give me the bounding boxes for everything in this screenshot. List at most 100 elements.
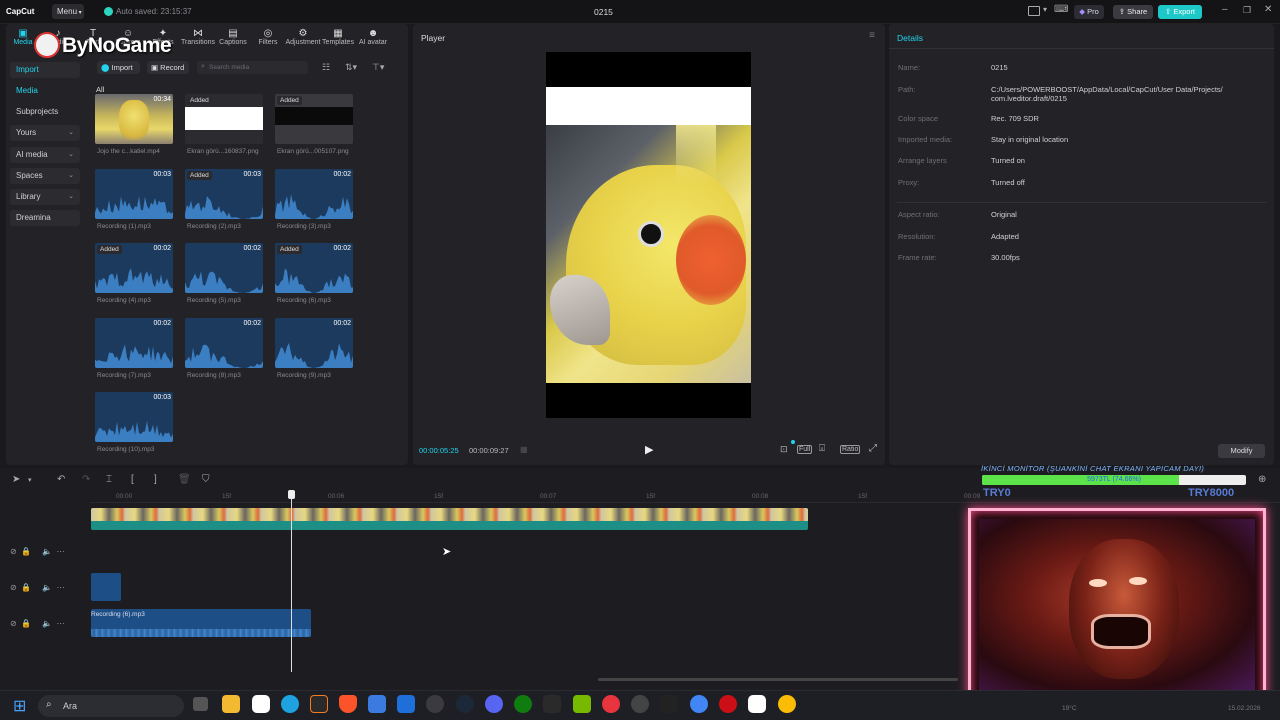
filter-icon[interactable]: ⊤▾ xyxy=(372,62,384,73)
store-icon[interactable] xyxy=(368,695,386,713)
shield-icon[interactable]: ⛉ xyxy=(202,474,210,485)
record-button[interactable]: ▣ Record xyxy=(147,61,189,74)
media-thumbnail: 00:03 Added xyxy=(185,169,263,219)
media-item[interactable]: 00:02 Recording (7).mp3 xyxy=(95,318,173,382)
tab-ai-avatar[interactable]: ☻ AI avatar xyxy=(353,28,393,50)
ratio-button[interactable]: Ratio xyxy=(840,445,861,454)
circle-app-icon[interactable] xyxy=(631,695,649,713)
media-item[interactable]: Added Ekran görü...005107.png xyxy=(275,94,353,158)
sidebar-item-label: Import xyxy=(16,65,39,74)
minimize-icon[interactable]: – xyxy=(1222,4,1228,15)
media-item[interactable]: 00:34 Jojo the c...katiel.mp4 xyxy=(95,94,173,158)
sidebar-item-import[interactable]: Import xyxy=(10,62,80,78)
discord-icon[interactable] xyxy=(485,695,503,713)
chrome-alt-icon[interactable] xyxy=(778,695,796,713)
mail-icon[interactable] xyxy=(397,695,415,713)
media-app-icon[interactable] xyxy=(310,695,328,713)
timeline-scrollbar[interactable] xyxy=(598,678,958,681)
share-button[interactable]: ⇪ Share xyxy=(1113,5,1153,19)
sidebar-item-library[interactable]: Library ⌄ xyxy=(10,189,80,205)
trim-left-icon[interactable]: [ xyxy=(131,474,134,485)
audio-clip-small[interactable] xyxy=(91,573,121,601)
sidebar-item-subprojects[interactable]: Subprojects xyxy=(10,104,80,120)
crop-icon[interactable]: ⊡ xyxy=(780,444,788,455)
modify-button[interactable]: Modify xyxy=(1218,444,1265,458)
taskbar-search[interactable]: ⌕ Ara xyxy=(38,695,184,717)
video-preview[interactable] xyxy=(546,52,751,418)
fullscreen-icon[interactable]: ⤢ xyxy=(869,443,877,454)
brave-icon[interactable] xyxy=(339,695,357,713)
shortcuts-icon[interactable]: ⌨ xyxy=(1054,4,1068,15)
tab-adjustment[interactable]: ⚙ Adjustment xyxy=(283,28,323,50)
tab-transitions[interactable]: ⋈ Transitions xyxy=(178,28,218,50)
undo-icon[interactable]: ↶ xyxy=(57,474,65,485)
tab-templates[interactable]: ▦ Templates xyxy=(318,28,358,50)
view-grid-icon[interactable]: ☷ xyxy=(322,62,330,73)
red-app-icon[interactable] xyxy=(602,695,620,713)
sidebar-item-media[interactable]: Media xyxy=(10,83,80,99)
full-quality-button[interactable]: Full xyxy=(797,445,813,454)
track-4-controls[interactable]: ⊘ 🔒 🔈 ⋯ xyxy=(10,583,65,592)
redo-icon[interactable]: ↷ xyxy=(82,474,90,485)
playhead-handle[interactable] xyxy=(288,490,295,499)
snapshot-icon[interactable]: ⌻ xyxy=(819,443,825,454)
sidebar-item-yours[interactable]: Yours ⌄ xyxy=(10,125,80,141)
layout-chevron-icon[interactable]: ▾ xyxy=(1043,5,1047,14)
file-explorer-icon[interactable] xyxy=(222,695,240,713)
media-item[interactable]: 00:03 Added Recording (2).mp3 xyxy=(185,169,263,233)
layout-icon[interactable] xyxy=(1028,6,1040,16)
track-5-controls[interactable]: ⊘ 🔒 🔈 ⋯ xyxy=(10,619,65,628)
maximize-icon[interactable]: ❐ xyxy=(1243,5,1251,16)
sidebar-item-spaces[interactable]: Spaces ⌄ xyxy=(10,168,80,184)
search-field[interactable]: ⌕ Search media xyxy=(197,61,308,74)
epic-games-icon[interactable] xyxy=(660,695,678,713)
media-item[interactable]: 00:02 Recording (9).mp3 xyxy=(275,318,353,382)
sidebar-item-ai-media[interactable]: AI media ⌄ xyxy=(10,147,80,163)
media-item[interactable]: 00:03 Recording (1).mp3 xyxy=(95,169,173,233)
tab-filters[interactable]: ◎ Filters xyxy=(248,28,288,50)
select-tool-icon[interactable]: ➤ xyxy=(12,474,20,485)
delete-icon[interactable]: 🗑 xyxy=(178,474,191,485)
windows-start-icon[interactable]: ⊞ xyxy=(13,696,26,716)
media-item[interactable]: 00:02 Recording (3).mp3 xyxy=(275,169,353,233)
play-icon[interactable]: ▶ xyxy=(645,443,653,456)
obs-icon[interactable] xyxy=(426,695,444,713)
playhead[interactable] xyxy=(291,492,292,672)
task-view-icon[interactable] xyxy=(193,697,208,711)
export-button[interactable]: ⇧ Export xyxy=(1158,5,1202,19)
select-tool-chevron-icon[interactable]: ▾ xyxy=(28,476,32,484)
split-icon[interactable]: ⌶ xyxy=(106,474,112,485)
taskbar-date: 15.02.2026 xyxy=(1228,705,1261,712)
trim-right-icon[interactable]: ] xyxy=(154,474,157,485)
media-item[interactable]: 00:02 Recording (8).mp3 xyxy=(185,318,263,382)
media-item[interactable]: 00:02 Added Recording (4).mp3 xyxy=(95,243,173,307)
close-icon[interactable]: ✕ xyxy=(1264,4,1272,15)
details-divider xyxy=(897,202,1267,203)
menu-button[interactable]: Menu ▾ xyxy=(52,4,84,19)
track-3-controls[interactable]: ⊘ 🔒 🔈 ⋯ xyxy=(10,547,65,556)
player-menu-icon[interactable]: ≡ xyxy=(869,30,875,41)
opera-icon[interactable] xyxy=(719,695,737,713)
media-item[interactable]: 00:02 Added Recording (6).mp3 xyxy=(275,243,353,307)
chrome-icon[interactable] xyxy=(690,695,708,713)
tab-captions[interactable]: ▤ Captions xyxy=(213,28,253,50)
xbox-icon[interactable] xyxy=(514,695,532,713)
amd-icon[interactable] xyxy=(543,695,561,713)
edge-icon[interactable] xyxy=(281,695,299,713)
steam-icon[interactable] xyxy=(456,695,474,713)
watermark-text: ByNoGame xyxy=(62,34,172,57)
search-icon: ⌕ xyxy=(201,63,205,70)
import-button[interactable]: ⬤ Import xyxy=(97,61,140,74)
media-item[interactable]: Added Ekran görü...160837.png xyxy=(185,94,263,158)
timecode-grid-icon[interactable]: ▦ xyxy=(520,445,528,454)
video-track-clip[interactable] xyxy=(91,508,808,530)
sidebar-item-dreamina[interactable]: Dreamina xyxy=(10,210,80,226)
sort-icon[interactable]: ⇅▾ xyxy=(345,62,357,73)
pro-button[interactable]: ◆ Pro xyxy=(1074,5,1104,19)
media-item[interactable]: 00:02 Recording (5).mp3 xyxy=(185,243,263,307)
media-item[interactable]: 00:03 Recording (10).mp3 xyxy=(95,392,173,456)
capcut-taskbar-icon[interactable] xyxy=(252,695,270,713)
nvidia-icon[interactable] xyxy=(573,695,591,713)
capcut-active-icon[interactable] xyxy=(748,695,766,713)
audio-clip-recording-6[interactable]: Recording (6).mp3 xyxy=(91,609,311,637)
